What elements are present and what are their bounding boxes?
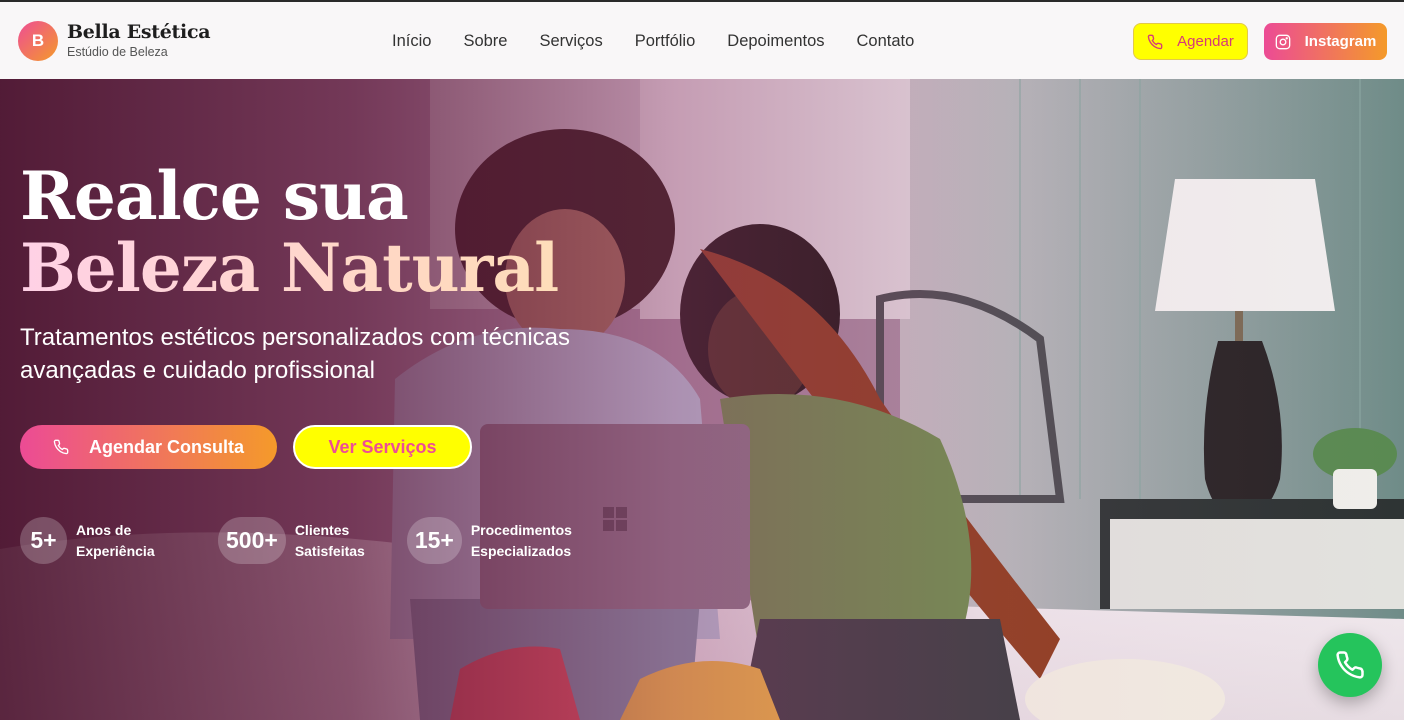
nav-link-portfolio[interactable]: Portfólio (635, 32, 696, 51)
stat-label-line1: Anos de (76, 522, 132, 539)
brand-text: Bella Estética Estúdio de Beleza (67, 20, 211, 60)
nav-link-contato[interactable]: Contato (857, 32, 915, 51)
book-consultation-label: Agendar Consulta (88, 436, 244, 457)
stat-label: Procedimentos Especializados (471, 520, 581, 561)
stat-item: 5+ Anos de Experiência (20, 517, 186, 564)
stat-item: 15+ Procedimentos Especializados (406, 517, 581, 564)
main-nav: Início Sobre Serviços Portfólio Depoimen… (392, 2, 946, 81)
header-actions: Agendar Instagram (1133, 23, 1387, 60)
stat-label: Anos de Experiência (76, 520, 186, 561)
hero-headline-line1: Realce sua (20, 157, 409, 235)
view-services-button[interactable]: Ver Serviços (293, 425, 472, 469)
stat-value: 15+ (406, 517, 462, 564)
hero-headline-line2: Beleza Natural (20, 235, 720, 301)
brand-logo-badge: B (18, 20, 58, 61)
stat-label-line2: Satisfeitas (294, 542, 365, 559)
stat-value: 5+ (20, 517, 67, 564)
instagram-icon (1275, 34, 1290, 49)
hero-content: Realce sua Beleza Natural Tratamentos es… (20, 163, 720, 564)
hero-headline: Realce sua Beleza Natural (20, 163, 720, 301)
instagram-button[interactable]: Instagram (1264, 23, 1387, 60)
stat-label-line1: Clientes (294, 522, 350, 539)
brand-tagline: Estúdio de Beleza (67, 44, 168, 59)
stat-label-line2: Especializados (470, 542, 572, 559)
schedule-button-label: Agendar (1177, 33, 1234, 50)
phone-icon (1336, 651, 1364, 679)
stat-value: 500+ (218, 517, 286, 564)
hero-stats: 5+ Anos de Experiência 500+ Clientes Sat… (20, 517, 613, 564)
hero-subtitle: Tratamentos estéticos personalizados com… (20, 324, 571, 385)
hero-section: Realce sua Beleza Natural Tratamentos es… (0, 79, 1404, 720)
instagram-button-label: Instagram (1304, 33, 1377, 50)
stat-label-line1: Procedimentos (470, 522, 572, 539)
nav-link-depoimentos[interactable]: Depoimentos (727, 32, 824, 51)
brand[interactable]: B Bella Estética Estúdio de Beleza (18, 20, 378, 61)
stat-label: Clientes Satisfeitas (295, 520, 375, 561)
whatsapp-floating-button[interactable] (1318, 633, 1382, 697)
nav-link-servicos[interactable]: Serviços (539, 32, 602, 51)
phone-icon (1147, 34, 1163, 49)
phone-icon (53, 439, 69, 455)
hero-cta-row: Agendar Consulta Ver Serviços (20, 425, 472, 469)
stat-item: 500+ Clientes Satisfeitas (218, 517, 375, 564)
brand-name: Bella Estética (67, 20, 211, 43)
stat-label-line2: Experiência (76, 542, 155, 559)
nav-link-sobre[interactable]: Sobre (463, 32, 507, 51)
book-consultation-button[interactable]: Agendar Consulta (20, 425, 277, 469)
site-header: B Bella Estética Estúdio de Beleza Iníci… (0, 0, 1404, 79)
schedule-button[interactable]: Agendar (1133, 23, 1248, 60)
nav-link-inicio[interactable]: Início (392, 32, 431, 51)
